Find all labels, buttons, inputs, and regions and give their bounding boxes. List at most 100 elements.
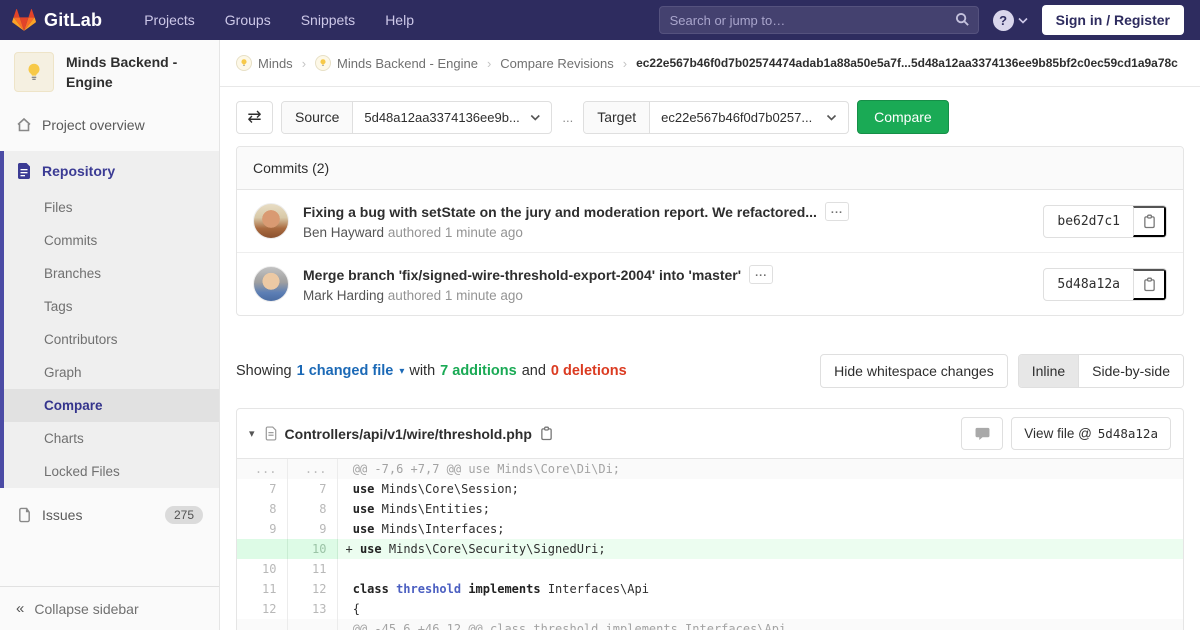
collapse-sidebar-button[interactable]: « Collapse sidebar [0,586,219,630]
breadcrumb-revision-range: ec22e567b46f0d7b02574474adab1a88a50e5a7f… [636,56,1178,70]
project-mini-avatar [315,55,332,71]
commit-author-name[interactable]: Ben Hayward [303,225,384,240]
nav-item-help[interactable]: Help [385,12,414,28]
main-area: Minds › Minds Backend - Engine › Compare… [220,0,1200,630]
home-icon [16,117,32,133]
breadcrumb-project[interactable]: Minds Backend - Engine [315,55,478,71]
source-ref-dropdown[interactable]: 5d48a12aa3374136ee9b... [353,102,551,133]
breadcrumb-separator: › [486,55,492,71]
old-line-number[interactable]: 12 [237,599,288,619]
nav-item-groups[interactable]: Groups [225,12,271,28]
commit-author-avatar[interactable] [253,203,289,239]
new-line-number[interactable]: 10 [287,539,338,559]
commit-sha[interactable]: 5d48a12a [1044,269,1133,300]
old-line-number[interactable] [237,539,288,559]
new-line-number[interactable]: 12 [287,579,338,599]
chevron-down-icon [1018,17,1028,24]
commit-author-name[interactable]: Mark Harding [303,288,384,303]
sidebar-item-issues[interactable]: Issues 275 [0,494,219,536]
side-by-side-view-toggle[interactable]: Side-by-side [1079,355,1183,387]
target-ref-dropdown[interactable]: ec22e567b46f0d7b0257... [650,102,848,133]
new-line-number[interactable]: 11 [287,559,338,579]
double-chevron-left-icon: « [16,600,25,617]
project-context-link[interactable]: Minds Backend - Engine [0,40,219,105]
issues-icon [16,507,32,523]
sidebar-item-locked-files[interactable]: Locked Files [4,455,219,488]
compare-button[interactable]: Compare [857,100,949,134]
diff-line-row: 10 11 [237,559,1183,579]
diff-table: ... ... @@ -7,6 +7,7 @@ use Minds\Core\D… [237,459,1183,630]
nav-item-projects[interactable]: Projects [144,12,195,28]
commit-description-toggle[interactable]: ... [749,265,774,284]
swap-revisions-button[interactable]: ⇄ [236,100,273,134]
sidebar-item-project-overview[interactable]: Project overview [0,105,219,145]
nav-item-snippets[interactable]: Snippets [301,12,355,28]
new-line-number[interactable]: 8 [287,499,338,519]
target-input-group: Target ec22e567b46f0d7b0257... [583,100,850,134]
commits-panel-header: Commits (2) [237,147,1183,190]
diff-view-toggle: Inline Side-by-side [1017,354,1184,388]
issues-count-badge: 275 [164,505,203,524]
clipboard-icon [1143,214,1155,228]
commit-description-toggle[interactable]: ... [824,202,850,221]
new-line-number[interactable]: 13 [287,599,338,619]
diff-line-row: 8 8 use Minds\Entities; [237,499,1183,519]
breadcrumb-compare-revisions[interactable]: Compare Revisions [500,56,613,71]
group-avatar [236,55,252,71]
breadcrumb: Minds › Minds Backend - Engine › Compare… [220,40,1200,87]
copy-sha-button[interactable] [1133,268,1166,300]
sidebar-item-compare[interactable]: Compare [4,388,219,422]
clipboard-icon [541,426,552,441]
commit-author-avatar[interactable] [253,266,289,302]
copy-file-path-button[interactable] [540,426,553,441]
sidebar-item-charts[interactable]: Charts [4,422,219,455]
deletions-count: 0 deletions [550,363,627,379]
search-input[interactable] [658,6,979,34]
old-line-number[interactable]: 11 [237,579,288,599]
swap-arrows-icon: ⇄ [247,107,262,126]
old-line-number[interactable]: 10 [237,559,288,579]
sidebar-item-repository[interactable]: Repository [4,151,219,191]
view-file-button[interactable]: View file @ 5d48a12a [1011,417,1171,450]
sidebar-section-repository: Repository Files Commits Branches Tags C… [0,150,219,488]
file-diff-header: ▾ Controllers/api/v1/wire/threshold.php [237,409,1183,459]
collapse-diff-caret-icon[interactable]: ▾ [249,427,255,440]
old-line-number[interactable]: 9 [237,519,288,539]
hunk-header: @@ -7,6 +7,7 @@ use Minds\Core\Di\Di; [337,459,1183,479]
toggle-comments-button[interactable] [961,417,1004,450]
commit-title-link[interactable]: Fixing a bug with setState on the jury a… [303,204,817,220]
old-line-number[interactable]: 7 [237,479,288,499]
copy-sha-button[interactable] [1133,205,1166,237]
new-line-number[interactable]: 7 [287,479,338,499]
sign-in-register-button[interactable]: Sign in / Register [1041,5,1184,35]
old-line-number[interactable]: 8 [237,499,288,519]
breadcrumb-group[interactable]: Minds [236,55,293,71]
gitlab-logo[interactable]: GitLab [12,8,102,32]
commit-sha[interactable]: be62d7c1 [1044,206,1133,237]
help-dropdown[interactable]: ? [992,9,1028,31]
breadcrumb-separator: › [301,55,307,71]
changed-files-dropdown[interactable]: 1 changed file [297,363,394,379]
file-path-link[interactable]: Controllers/api/v1/wire/threshold.php [285,426,532,442]
main-menu: Projects Groups Snippets Help [144,12,414,28]
chevron-down-icon [530,114,540,121]
sidebar-item-files[interactable]: Files [4,191,219,224]
project-name: Minds Backend - Engine [66,54,178,91]
sidebar-item-tags[interactable]: Tags [4,290,219,323]
hide-whitespace-button[interactable]: Hide whitespace changes [820,354,1008,388]
repository-doc-icon [16,162,32,179]
new-line-number[interactable]: 9 [287,519,338,539]
additions-count: 7 additions [440,363,517,379]
source-label: Source [282,101,354,133]
commit-title-link[interactable]: Merge branch 'fix/signed-wire-threshold-… [303,267,741,283]
sidebar-item-branches[interactable]: Branches [4,257,219,290]
commits-panel: Commits (2) Fixing a bug with setState o… [236,146,1184,316]
hunk-header: @@ -45,6 +46,12 @@ class threshold imple… [337,619,1183,630]
diff-line-row: 11 12 class threshold implements Interfa… [237,579,1183,599]
sidebar-item-commits[interactable]: Commits [4,224,219,257]
left-sidebar: Minds Backend - Engine Project overview … [0,40,220,630]
sidebar-item-contributors[interactable]: Contributors [4,323,219,356]
sidebar-item-graph[interactable]: Graph [4,356,219,389]
diff-line-row: 9 9 use Minds\Interfaces; [237,519,1183,539]
inline-view-toggle[interactable]: Inline [1018,355,1080,387]
